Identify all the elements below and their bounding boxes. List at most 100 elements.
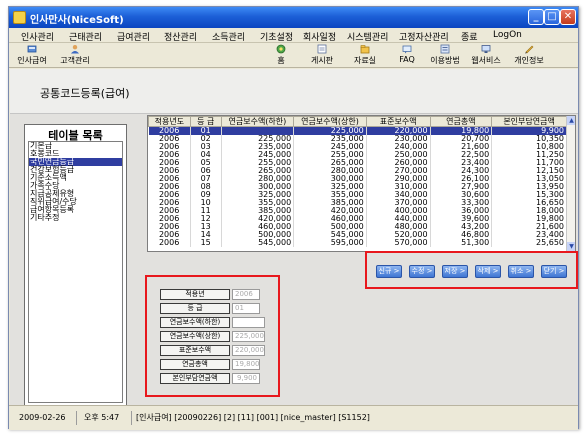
menu-settlement[interactable]: 정산관리 [164,30,197,43]
cell-pension-total: 36,000 [430,207,493,215]
menu-company-schedule[interactable]: 회사일정 [303,30,336,43]
customer-button[interactable]: 고객관리 [57,44,93,66]
faq-button[interactable]: FAQ [397,44,417,64]
cell-employee-share: 21,600 [491,223,567,231]
app-window: 인사만사(NiceSoft) _ □ ✕ 인사관리 근태관리 급여관리 정산관리… [8,6,579,430]
pension-upper-field[interactable]: 225,000 [232,331,265,342]
menu-system[interactable]: 시스템관리 [347,30,388,43]
edit-button[interactable]: 수정 > [409,265,435,278]
cell-grade: 02 [190,135,222,143]
table-row[interactable]: 2006 13 460,000 500,000 480,000 43,200 21,600 [148,223,567,231]
table-row[interactable]: 2006 11 385,000 420,000 400,000 36,000 18,000 [148,207,567,215]
year-field[interactable]: 2006 [232,289,260,300]
cell-pension-lower [221,126,295,135]
table-list-item[interactable]: 기타추정 [29,214,122,222]
home-button[interactable]: 홈 [271,44,291,66]
employee-share-field[interactable]: 9,900 [232,373,260,384]
menu-fixed-assets[interactable]: 고정자산관리 [399,30,449,43]
scroll-down-arrow-icon[interactable]: ▼ [567,242,575,251]
cell-pension-total: 43,200 [430,223,493,231]
cell-standard-pay: 230,000 [366,135,431,143]
user-info-button[interactable]: 개인정보 [511,44,547,66]
delete-button[interactable]: 삭제 > [475,265,501,278]
table-list-panel: 테이블 목록 기본급 호봉코드 국민연금등급 건강보험등급 기준소득액 가족수당… [24,124,127,406]
cell-standard-pay: 480,000 [366,223,431,231]
table-row[interactable]: 2006 14 500,000 545,000 520,000 46,800 23,400 [148,231,567,239]
menu-exit[interactable]: 종료 [461,30,478,43]
column-header-year[interactable]: 적용년도 [148,116,191,127]
table-row[interactable]: 2006 09 325,000 355,000 340,000 30,600 15,300 [148,191,567,199]
table-row[interactable]: 2006 03 235,000 245,000 240,000 21,600 10,800 [148,143,567,151]
title-bar[interactable]: 인사만사(NiceSoft) _ □ ✕ [9,7,578,28]
cell-pension-lower: 385,000 [221,207,295,215]
cell-standard-pay: 270,000 [366,167,431,175]
table-row[interactable]: 2006 05 255,000 265,000 260,000 23,400 11,700 [148,159,567,167]
table-row[interactable]: 2006 08 300,000 325,000 310,000 27,900 13,950 [148,183,567,191]
action-button-bar: 신규 > 수정 > 저장 > 삭제 > 취소 > 닫기 > [365,251,578,289]
payroll-button-label: 인사급여 [17,56,47,65]
save-button[interactable]: 저장 > [442,265,468,278]
table-row[interactable]: 2006 02 225,000 235,000 230,000 20,700 10,350 [148,135,567,143]
table-row[interactable]: 2006 04 245,000 255,000 250,000 22,500 11,250 [148,151,567,159]
cell-grade: 04 [190,151,222,159]
faq-icon [402,45,412,54]
cancel-button[interactable]: 취소 > [508,265,534,278]
menu-hr[interactable]: 인사관리 [21,30,54,43]
cell-year: 2006 [148,191,191,199]
scroll-up-arrow-icon[interactable]: ▲ [567,116,575,125]
column-header-pension-total[interactable]: 연금총액 [429,116,493,127]
data-grid[interactable]: 적용년도 등 급 연금보수액(하한) 연금보수액(상한) 표준보수액 연금총액 … [147,115,576,252]
cell-pension-upper: 545,000 [293,231,367,239]
page-title: 공통코드등록(급여) [40,87,130,100]
minimize-button[interactable]: _ [528,9,544,25]
table-row[interactable]: 2006 06 265,000 280,000 270,000 24,300 12,150 [148,167,567,175]
cell-pension-upper: 420,000 [293,207,367,215]
column-header-grade[interactable]: 등 급 [189,116,222,127]
cell-year: 2006 [148,231,191,239]
status-divider [76,411,77,425]
menu-payroll[interactable]: 급여관리 [117,30,150,43]
cell-employee-share: 10,350 [491,135,567,143]
cell-pension-lower: 300,000 [221,183,295,191]
column-header-standard-pay[interactable]: 표준보수액 [365,116,431,127]
faq-button-label: FAQ [399,55,415,64]
year-label: 적용년 [160,289,230,300]
grade-field[interactable]: 01 [232,303,260,314]
grid-scrollbar[interactable]: ▲ ▼ [566,116,575,251]
grid-table: 적용년도 등 급 연금보수액(하한) 연금보수액(상한) 표준보수액 연금총액 … [148,116,567,247]
new-button[interactable]: 신규 > [376,265,402,278]
menu-attendance[interactable]: 근태관리 [69,30,102,43]
pension-lower-field[interactable] [232,317,265,328]
cell-pension-lower: 245,000 [221,151,295,159]
table-row[interactable]: 2006 07 280,000 300,000 290,000 26,100 13,050 [148,175,567,183]
detail-form: 적용년 2006 등 급 01 연금보수액(하한) 연금보수액(상한) 225,… [145,275,280,397]
close-button[interactable]: ✕ [560,9,576,25]
cell-pension-upper: 355,000 [293,191,367,199]
menu-logon[interactable]: LogOn [493,30,522,40]
cell-grade: 13 [190,223,222,231]
maximize-button[interactable]: □ [544,9,560,25]
column-header-pension-lower[interactable]: 연금보수액(하한) [220,116,295,127]
web-service-button[interactable]: 웹서비스 [468,44,504,66]
payroll-button[interactable]: 인사급여 [14,44,50,66]
status-divider [131,411,132,425]
table-row[interactable]: 2006 15 545,000 595,000 570,000 51,300 25,650 [148,239,567,247]
cell-employee-share: 11,250 [491,151,567,159]
pension-total-field[interactable]: 19,800 [232,359,260,370]
menu-basic-settings[interactable]: 기초설정 [260,30,293,43]
cell-pension-total: 21,600 [430,143,493,151]
table-row-selected[interactable]: 2006 01 225,000 220,000 19,800 9,900 [148,126,567,135]
board-button[interactable]: 게시판 [307,44,337,66]
close-form-button[interactable]: 닫기 > [541,265,567,278]
menu-income[interactable]: 소득관리 [212,30,245,43]
help-button[interactable]: 이용방법 [427,44,463,66]
archive-button[interactable]: 자료실 [350,44,380,66]
table-row[interactable]: 2006 10 355,000 385,000 370,000 33,300 16,650 [148,199,567,207]
table-row[interactable]: 2006 12 420,000 460,000 440,000 39,600 19,800 [148,215,567,223]
cell-grade: 08 [190,183,222,191]
column-header-pension-upper[interactable]: 연금보수액(상한) [293,116,367,127]
column-header-employee-share[interactable]: 본인부담연금액 [491,116,567,127]
table-list[interactable]: 기본급 호봉코드 국민연금등급 건강보험등급 기준소득액 가족수당 지급공제유형… [28,141,123,403]
cell-year: 2006 [148,183,191,191]
standard-pay-field[interactable]: 220,000 [232,345,265,356]
